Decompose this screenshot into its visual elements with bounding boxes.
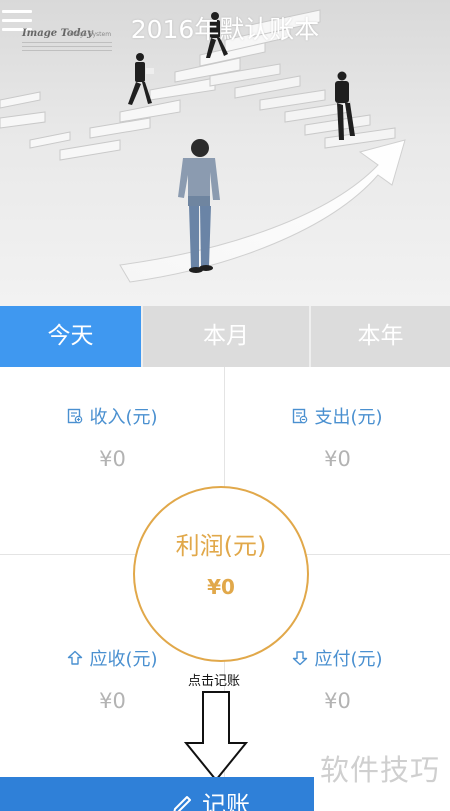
record-button-label: 记账 xyxy=(202,785,250,811)
payable-label: 应付(元) xyxy=(314,645,382,671)
expense-label: 支出(元) xyxy=(314,403,382,429)
page-title[interactable]: 2016年默认账本 xyxy=(0,10,450,46)
profit-value: ¥0 xyxy=(135,575,307,599)
summary-panel: 收入(元) ¥0 支出(元) ¥0 应收(元) ¥0 xyxy=(0,367,450,801)
tab-this-month[interactable]: 本月 xyxy=(141,306,309,367)
header-banner: Image Today Image System 2016年默认账本 xyxy=(0,0,450,306)
income-cell[interactable]: 收入(元) ¥0 xyxy=(0,403,225,471)
pen-icon xyxy=(172,792,194,811)
tab-this-year[interactable]: 本年 xyxy=(309,306,450,367)
payable-icon xyxy=(292,650,308,666)
expense-icon xyxy=(292,408,308,424)
expense-value: ¥0 xyxy=(225,447,450,471)
payable-value: ¥0 xyxy=(225,689,450,713)
down-arrow-icon xyxy=(183,691,249,781)
profit-circle[interactable]: 利润(元) ¥0 xyxy=(133,486,309,662)
receivable-icon xyxy=(67,650,83,666)
income-value: ¥0 xyxy=(0,447,225,471)
site-watermark: 软件技巧 xyxy=(320,747,440,789)
payable-cell[interactable]: 应付(元) ¥0 xyxy=(225,645,450,713)
tap-to-record-annotation: 点击记账 xyxy=(188,670,240,689)
income-icon xyxy=(67,408,83,424)
period-tabs: 今天 本月 本年 xyxy=(0,306,450,367)
expense-cell[interactable]: 支出(元) ¥0 xyxy=(225,403,450,471)
profit-label: 利润(元) xyxy=(135,526,307,561)
receivable-label: 应收(元) xyxy=(89,645,157,671)
record-button[interactable]: 记账 xyxy=(0,777,314,811)
income-label: 收入(元) xyxy=(89,403,157,429)
tab-today[interactable]: 今天 xyxy=(0,306,141,367)
